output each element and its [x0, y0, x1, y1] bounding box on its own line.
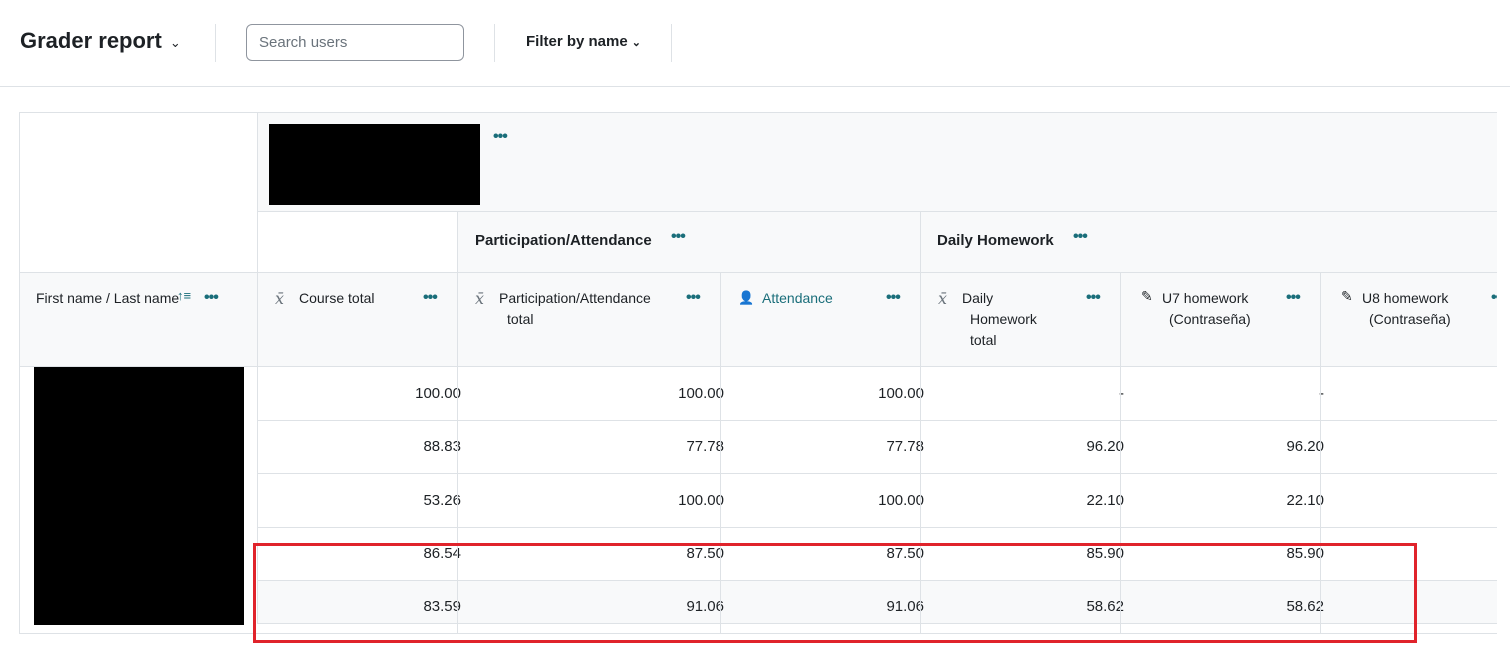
x-bar-icon: x̄: [475, 289, 485, 308]
redacted-course-name: [269, 124, 480, 205]
course-total-value[interactable]: 53.26: [423, 492, 461, 509]
more-actions-icon[interactable]: •••: [671, 228, 686, 246]
participation-total-value[interactable]: 77.78: [686, 438, 724, 455]
attendance-value[interactable]: 77.78: [886, 438, 924, 455]
table-row: 88.83 77.78 77.78 96.20 96.20: [257, 420, 1497, 473]
redacted-student-names: [34, 367, 244, 625]
column-label: U8 homework: [1362, 290, 1449, 306]
column-header-u8: ✎ U8 homework (Contraseña) •••: [1320, 272, 1497, 366]
x-bar-icon: x̄: [938, 289, 948, 308]
column-label: Daily: [962, 290, 994, 306]
column-label: U7 homework: [1162, 290, 1249, 306]
more-actions-icon[interactable]: •••: [886, 289, 901, 307]
table-row: 100.00 100.00 100.00 - -: [257, 366, 1497, 420]
edit-icon: ✎: [1341, 288, 1353, 304]
more-actions-icon[interactable]: •••: [1086, 289, 1101, 307]
more-actions-icon[interactable]: •••: [493, 128, 508, 146]
category-title: Daily Homework: [937, 232, 1054, 249]
course-total-value[interactable]: 100.00: [415, 385, 461, 402]
divider: [671, 24, 672, 62]
column-header-participation-total: x̄ Participation/Attendance total •••: [457, 272, 720, 366]
more-actions-icon[interactable]: •••: [1073, 228, 1088, 246]
column-label: (Contraseña): [1169, 311, 1251, 327]
highlight-box: [253, 543, 1417, 643]
column-label: total: [970, 332, 997, 348]
filter-label: Filter by name: [526, 33, 628, 50]
homework-total-value[interactable]: 22.10: [1086, 492, 1124, 509]
column-label: total: [507, 311, 534, 327]
column-header-attendance: 👤 Attendance •••: [720, 272, 920, 366]
course-header: •••: [257, 113, 1497, 211]
column-label: Participation/Attendance: [499, 290, 651, 306]
column-label: (Contraseña): [1369, 311, 1451, 327]
column-header-course-total: x̄ Course total •••: [257, 272, 457, 366]
more-actions-icon[interactable]: •••: [1286, 289, 1301, 307]
u7-value[interactable]: 22.10: [1286, 492, 1324, 509]
attendance-icon: 👤: [738, 290, 755, 305]
category-empty: [257, 211, 457, 272]
page-header: Grader report ⌄ Filter by name ⌄: [0, 0, 1510, 87]
report-selector[interactable]: Grader report ⌄: [20, 28, 181, 54]
attendance-link[interactable]: Attendance: [762, 288, 833, 309]
participation-total-value[interactable]: 100.00: [678, 385, 724, 402]
column-header-name: First name / Last name ↑≡ •••: [20, 272, 257, 366]
edit-icon: ✎: [1141, 288, 1153, 304]
homework-total-value[interactable]: 96.20: [1086, 438, 1124, 455]
divider: [494, 24, 495, 62]
more-actions-icon[interactable]: •••: [204, 289, 219, 307]
category-daily-homework: Daily Homework •••: [920, 211, 1497, 272]
column-label: Course total: [299, 290, 375, 306]
more-actions-icon[interactable]: •••: [423, 289, 438, 307]
attendance-value[interactable]: 100.00: [878, 385, 924, 402]
participation-total-value[interactable]: 100.00: [678, 492, 724, 509]
column-header-u7: ✎ U7 homework (Contraseña) •••: [1120, 272, 1320, 366]
category-participation: Participation/Attendance •••: [457, 211, 920, 272]
sort-icon[interactable]: ↑≡: [177, 288, 191, 303]
chevron-down-icon: ⌄: [631, 37, 641, 49]
page-title: Grader report: [20, 28, 162, 53]
student-names-column: [20, 366, 257, 633]
x-bar-icon: x̄: [275, 289, 285, 308]
column-header-homework-total: x̄ Daily Homework total •••: [920, 272, 1120, 366]
column-label: Homework: [970, 311, 1037, 327]
more-actions-icon[interactable]: •••: [1491, 289, 1497, 307]
filter-by-name-button[interactable]: Filter by name ⌄: [526, 33, 641, 50]
table-row: 53.26 100.00 100.00 22.10 22.10: [257, 473, 1497, 527]
divider: [215, 24, 216, 62]
attendance-value[interactable]: 100.00: [878, 492, 924, 509]
search-input[interactable]: [246, 24, 464, 61]
column-label: First name / Last name: [36, 290, 180, 306]
u7-value[interactable]: 96.20: [1286, 438, 1324, 455]
course-total-value[interactable]: 88.83: [423, 438, 461, 455]
category-title: Participation/Attendance: [475, 232, 652, 249]
chevron-down-icon: ⌄: [169, 35, 181, 50]
more-actions-icon[interactable]: •••: [686, 289, 701, 307]
